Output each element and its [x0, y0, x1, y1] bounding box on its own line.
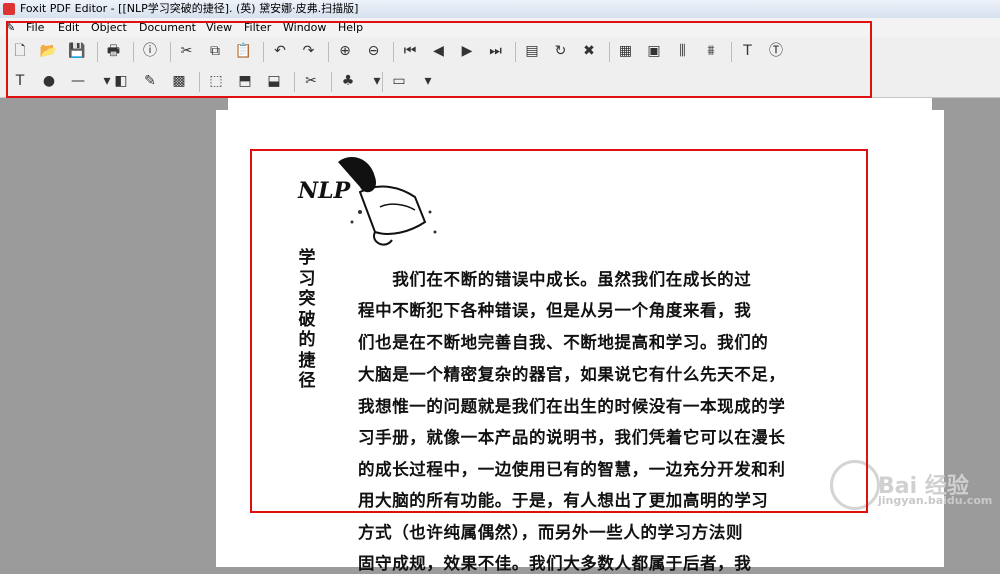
toolbar-separator: [515, 42, 516, 62]
toolbar-separator: [730, 42, 732, 62]
toolbar-separator: [328, 42, 329, 62]
vertical-title-char: 学: [298, 248, 316, 268]
new-icon[interactable]: 🗋: [10, 41, 30, 61]
watermark-url: jingyan.baidu.com: [878, 494, 993, 507]
main-toolbar: 🗋 📂 💾 🖶 ⓘ ✂ ⧉ 📋 ↶ ↷ ⊕ ⊖ ⏮ ◀ ▶ ⏭ ▤ ↻ ✖ ▦ ▣ ⫼ ⩩ T Ⓣ: [0, 37, 1000, 68]
menu-view[interactable]: View: [204, 18, 234, 37]
prev-page-icon[interactable]: ◀: [429, 41, 449, 61]
save-icon[interactable]: 💾: [67, 41, 87, 61]
redo-icon[interactable]: ↷: [299, 41, 319, 61]
first-page-icon[interactable]: ⏮: [400, 41, 420, 61]
menu-help[interactable]: Help: [336, 18, 365, 37]
title-bar: Foxit PDF Editor - [[NLP学习突破的捷径]. (英) 黛安…: [0, 0, 1000, 19]
menu-object[interactable]: Object: [89, 18, 129, 37]
shape-icon[interactable]: ◧: [111, 71, 131, 91]
vertical-title-char: 突: [298, 289, 316, 309]
vertical-title-char: 破: [298, 309, 316, 330]
open-icon[interactable]: 📂: [39, 41, 59, 61]
distribute-icon[interactable]: ⩩: [701, 41, 721, 61]
undo-icon[interactable]: ↶: [270, 41, 290, 61]
baidu-watermark: Bai 经验 jingyan.baidu.com: [820, 450, 992, 510]
toolbar-separator: [96, 42, 98, 62]
vertical-book-title: 学 习 突 破 的 捷 径: [296, 248, 318, 392]
toolbar-separator: [133, 42, 134, 62]
text-line: 固守成规，效果不佳。我们大多数人都属于后者，我: [358, 554, 752, 573]
vertical-title-char: 习: [298, 268, 316, 289]
cut-icon[interactable]: ✂: [177, 41, 197, 61]
text-line: 的成长过程中，一边使用已有的智慧，一边充分开发和利: [358, 460, 786, 479]
text-layout-icon[interactable]: ▣: [644, 41, 664, 61]
select-object-icon[interactable]: ⬚: [206, 71, 226, 91]
grid-icon[interactable]: ▦: [616, 41, 636, 61]
toolbar-separator: [169, 42, 171, 62]
vertical-title-char: 的: [298, 330, 316, 350]
scale-icon[interactable]: ⬓: [264, 71, 284, 91]
menu-window[interactable]: Window: [281, 18, 328, 37]
layer-dropdown-icon[interactable]: ▾: [418, 71, 438, 91]
paw-logo-icon: [830, 460, 880, 510]
toolbar-separator: [382, 72, 383, 92]
vertical-title-char: 捷: [298, 350, 316, 371]
object-toolbar: T ● — ▾ ◧ ✎ ▩ ⬚ ⬒ ⬓ ✂ ♣ ▾ ▭ ▾: [0, 67, 1000, 98]
text-box-icon[interactable]: T: [738, 41, 758, 61]
insert-image-icon[interactable]: ▩: [169, 71, 189, 91]
text-line: 用大脑的所有功能。于是，有人想出了更加高明的学习: [358, 491, 769, 510]
text-line: 我们在不断的错误中成长。虽然我们在成长的过: [358, 270, 752, 289]
menu-filter[interactable]: Filter: [242, 18, 273, 37]
zoom-in-icon[interactable]: ⊕: [335, 41, 355, 61]
text-line: 大脑是一个精密复杂的器官，如果说它有什么先天不足，: [358, 365, 786, 384]
toolbar-separator: [199, 72, 200, 92]
transform-icon[interactable]: ⬒: [235, 71, 255, 91]
color-icon[interactable]: ●: [39, 71, 59, 91]
window-title: Foxit PDF Editor - [[NLP学习突破的捷径]. (英) 黛安…: [20, 2, 359, 15]
fill-dropdown-icon[interactable]: ▾: [367, 71, 387, 91]
toolbar-separator: [393, 42, 394, 62]
last-page-icon[interactable]: ⏭: [486, 41, 506, 61]
delete-page-icon[interactable]: ✖: [579, 41, 599, 61]
line-icon[interactable]: —: [68, 71, 88, 91]
next-page-icon[interactable]: ▶: [457, 41, 477, 61]
text-line: 们也是在不断地完善自我、不断地提高和学习。我们的: [358, 333, 769, 352]
previous-page-edge: [228, 98, 932, 110]
vertical-title-char: 径: [298, 371, 316, 391]
font-icon[interactable]: Ⓣ: [766, 41, 786, 61]
menu-document[interactable]: Document: [137, 18, 198, 37]
clip-icon[interactable]: ✂: [301, 71, 321, 91]
menu-file[interactable]: File: [24, 18, 46, 37]
toolbar-separator: [331, 72, 332, 92]
info-icon[interactable]: ⓘ: [140, 41, 160, 61]
menu-bar: ✎ File Edit Object Document View Filter …: [0, 18, 1000, 37]
fill-icon[interactable]: ♣: [338, 71, 358, 91]
text-line: 习手册，就像一本产品的说明书，我们凭着它可以在漫长: [358, 428, 786, 447]
print-icon[interactable]: 🖶: [104, 41, 124, 61]
align-icon[interactable]: ⫼: [673, 41, 693, 61]
paste-icon[interactable]: 📋: [234, 41, 254, 61]
menu-icon: ✎: [6, 21, 16, 34]
text-line: 程中不断犯下各种错误，但是从另一个角度来看，我: [358, 301, 752, 320]
nlp-logo-text: NLP: [298, 178, 351, 204]
text-line: 方式（也许纯属偶然），而另外一些人的学习方法则: [358, 523, 744, 542]
text-line: 我想惟一的问题就是我们在出生的时候没有一本现成的学: [358, 397, 786, 416]
toolbar-separator: [263, 42, 264, 62]
rotate-page-icon[interactable]: ↻: [551, 41, 571, 61]
layer-icon[interactable]: ▭: [389, 71, 409, 91]
app-icon: [3, 3, 15, 15]
zoom-out-icon[interactable]: ⊖: [364, 41, 384, 61]
add-text-icon[interactable]: T: [10, 71, 30, 91]
copy-icon[interactable]: ⧉: [205, 41, 225, 61]
toolbar-separator: [608, 42, 610, 62]
edit-image-icon[interactable]: ✎: [140, 71, 160, 91]
page-properties-icon[interactable]: ▤: [522, 41, 542, 61]
menu-edit[interactable]: Edit: [56, 18, 81, 37]
toolbar-separator: [294, 72, 295, 92]
